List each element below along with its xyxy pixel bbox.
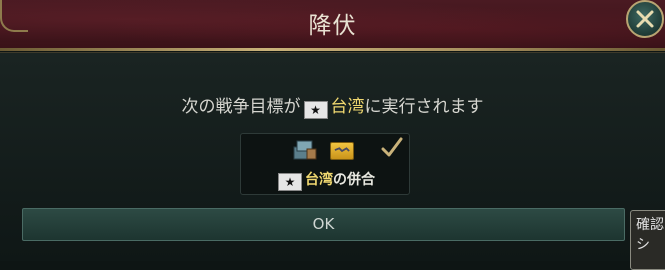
goal-flag-icon: ★ xyxy=(278,173,302,191)
side-confirm-panel[interactable]: 確認 シ xyxy=(630,210,665,270)
war-goal-card: ★ 台湾の併合 xyxy=(240,133,410,195)
ticket-icon xyxy=(330,142,354,160)
message-country: 台湾 xyxy=(330,97,365,117)
message-prefix: 次の戦争目標が xyxy=(181,97,301,117)
goal-country: 台湾 xyxy=(305,172,333,188)
message-suffix: に実行されます xyxy=(364,97,484,117)
side-panel-line1: 確認 xyxy=(636,217,664,233)
country-flag-icon: ★ xyxy=(303,101,328,119)
close-icon xyxy=(636,10,654,28)
checkmark-icon xyxy=(381,137,403,157)
dialog-title: 降伏 xyxy=(308,13,357,39)
ok-button[interactable]: OK xyxy=(22,208,625,241)
war-goal-message: 次の戦争目標が ★ 台湾に実行されます xyxy=(0,92,665,119)
header-divider xyxy=(0,48,665,51)
close-button[interactable] xyxy=(626,0,664,38)
side-panel-line2: シ xyxy=(636,237,650,253)
war-goal-label: ★ 台湾の併合 xyxy=(241,169,409,191)
goal-type: の併合 xyxy=(333,172,375,188)
cargo-crate-icon xyxy=(293,140,317,160)
